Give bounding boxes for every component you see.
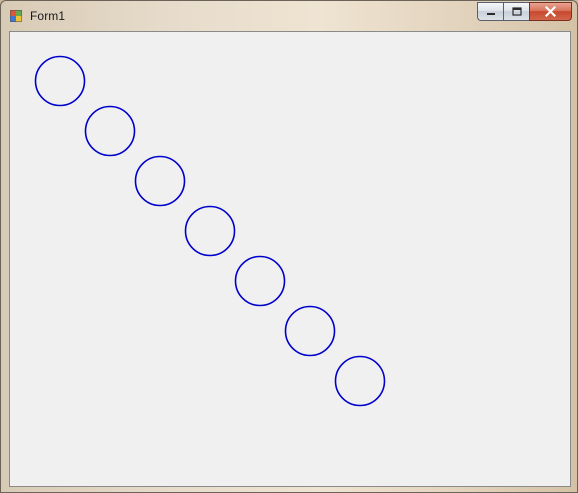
winforms-app-icon[interactable]: [10, 10, 22, 22]
form1-window: Form1: [0, 0, 578, 493]
minimize-button[interactable]: [477, 2, 503, 21]
maximize-icon: [511, 6, 522, 16]
form-client-area[interactable]: [9, 31, 571, 487]
minimize-icon: [486, 12, 495, 15]
drawing-canvas: [34, 55, 386, 407]
close-button[interactable]: [529, 2, 572, 21]
drawn-circle: [134, 155, 186, 207]
drawn-circle: [284, 305, 336, 357]
drawn-circle: [184, 205, 236, 257]
title-bar[interactable]: Form1: [1, 1, 577, 31]
window-title: Form1: [30, 9, 66, 23]
drawn-circle: [334, 355, 386, 407]
caption-buttons: [477, 2, 572, 21]
drawn-circle: [234, 255, 286, 307]
drawn-circle: [84, 105, 136, 157]
maximize-button[interactable]: [503, 2, 529, 21]
drawn-circle: [34, 55, 86, 107]
close-icon: [545, 6, 556, 17]
